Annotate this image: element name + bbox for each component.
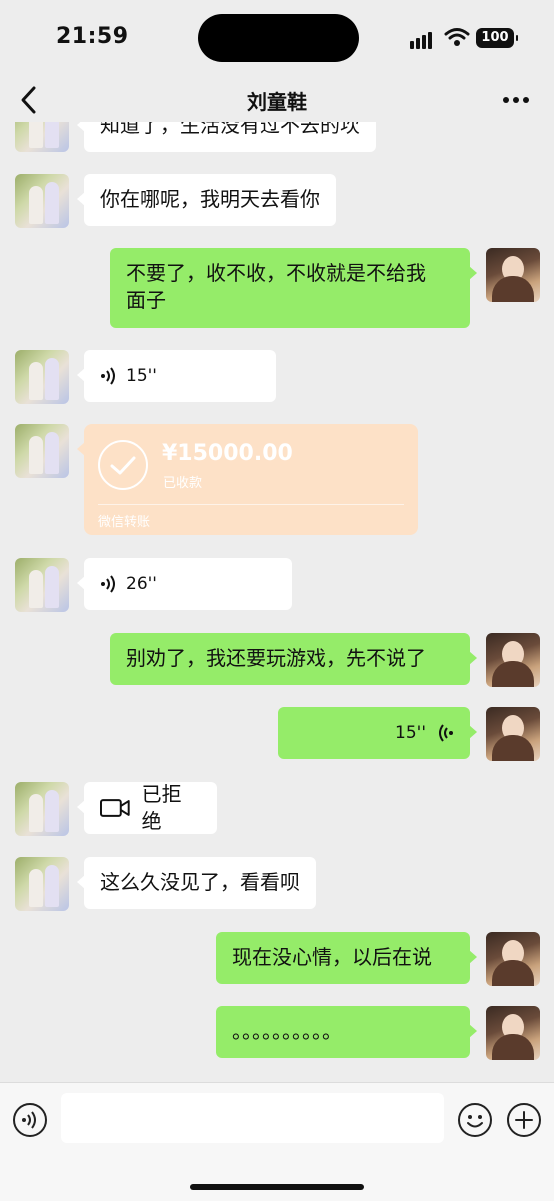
message-text-line: 面子 xyxy=(126,288,166,312)
plus-icon[interactable] xyxy=(507,1103,541,1137)
message-text: 你在哪呢，我明天去看你 xyxy=(100,187,320,211)
message-text: 现在没心情，以后在说 xyxy=(232,945,432,969)
transfer-amount: ¥15000.00 xyxy=(162,441,293,466)
message-text: 这么久没见了，看看呗 xyxy=(100,870,300,894)
my-avatar[interactable] xyxy=(486,707,540,761)
contact-avatar[interactable] xyxy=(15,122,69,152)
contact-avatar[interactable] xyxy=(15,558,69,612)
message-bubble[interactable]: 现在没心情，以后在说 xyxy=(216,932,477,984)
voice-message[interactable]: 15'' xyxy=(77,350,276,402)
emoji-icon[interactable] xyxy=(458,1103,492,1137)
message-text: 知道了，生活没有过不去的坎 xyxy=(100,122,360,137)
voice-message[interactable]: 26'' xyxy=(77,558,292,610)
check-circle-icon xyxy=(98,440,148,490)
transfer-card[interactable]: ¥15000.00 已收款 微信转账 xyxy=(77,424,418,535)
battery-indicator: 100 xyxy=(476,28,518,48)
my-avatar[interactable] xyxy=(486,633,540,687)
voice-duration: 15'' xyxy=(126,365,157,386)
contact-avatar[interactable] xyxy=(15,782,69,836)
chat-title: 刘童鞋 xyxy=(247,90,307,114)
status-time: 21:59 xyxy=(56,24,129,49)
message-row: 知道了，生活没有过不去的坎 xyxy=(0,122,554,154)
message-bubble[interactable]: 你在哪呢，我明天去看你 xyxy=(77,174,336,226)
dynamic-island xyxy=(198,14,359,62)
transfer-source: 微信转账 xyxy=(98,515,151,530)
voice-input-icon[interactable] xyxy=(13,1103,47,1137)
signal-icon xyxy=(410,30,434,49)
contact-avatar[interactable] xyxy=(15,424,69,478)
transfer-status: 已收款 xyxy=(163,476,203,491)
chat-header: 刘童鞋 xyxy=(0,78,554,122)
my-avatar[interactable] xyxy=(486,248,540,302)
contact-avatar[interactable] xyxy=(15,174,69,228)
video-call-icon xyxy=(100,799,130,817)
wifi-icon xyxy=(444,28,470,46)
message-text: 。。。。。。。。。。 xyxy=(232,1019,342,1043)
message-bubble[interactable]: 。。。。。。。。。。 xyxy=(216,1006,477,1058)
message-bubble[interactable]: 这么久没见了，看看呗 xyxy=(77,857,316,909)
contact-avatar[interactable] xyxy=(15,857,69,911)
voice-wave-icon xyxy=(101,367,115,385)
my-avatar[interactable] xyxy=(486,1006,540,1060)
message-input[interactable] xyxy=(61,1093,444,1143)
message-text-line: 不要了，收不收，不收就是不给我 xyxy=(126,261,426,285)
voice-wave-icon xyxy=(439,724,453,742)
message-bubble[interactable]: 别劝了，我还要玩游戏，先不说了 xyxy=(110,633,477,685)
more-dots-icon[interactable] xyxy=(498,86,534,114)
voice-message[interactable]: 15'' xyxy=(278,707,477,759)
voice-duration: 26'' xyxy=(126,573,157,594)
call-status: 已拒绝 xyxy=(141,782,182,833)
divider xyxy=(98,504,404,505)
message-bubble[interactable]: 不要了，收不收，不收就是不给我 面子 xyxy=(110,248,477,328)
voice-duration: 15'' xyxy=(395,722,426,743)
home-indicator xyxy=(190,1184,364,1190)
message-bubble[interactable]: 知道了，生活没有过不去的坎 xyxy=(77,122,376,152)
video-call-message[interactable]: 已拒绝 xyxy=(77,782,217,834)
contact-avatar[interactable] xyxy=(15,350,69,404)
status-bar: 21:59 100 xyxy=(0,0,554,78)
message-text: 别劝了，我还要玩游戏，先不说了 xyxy=(126,646,426,670)
my-avatar[interactable] xyxy=(486,932,540,986)
voice-wave-icon xyxy=(101,575,115,593)
